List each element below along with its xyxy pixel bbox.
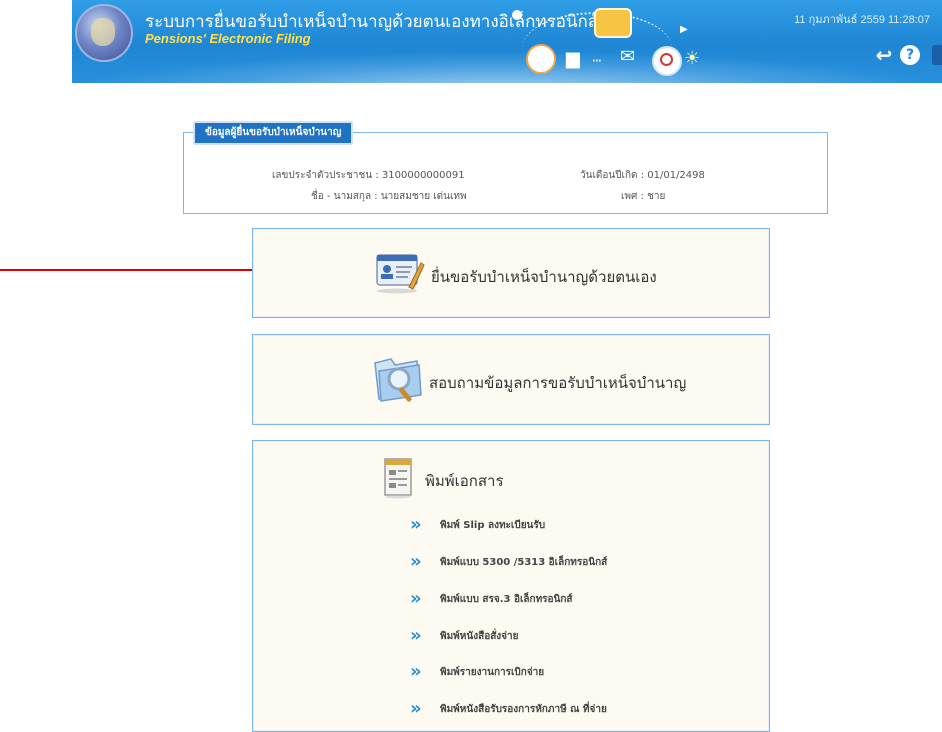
document-icon xyxy=(384,458,412,499)
apply-pension-menu-box[interactable]: ยื่นขอรับบำเหน็จบำนาญด้วยตนเอง xyxy=(252,228,770,318)
inquiry-label[interactable]: สอบถามข้อมูลการขอรับบำเหน็จบำนาญ xyxy=(371,371,686,395)
double-chevron-right-icon: » xyxy=(410,661,422,682)
back-icon[interactable]: ↩ xyxy=(874,45,894,65)
print-documents-label: พิมพ์เอกสาร xyxy=(425,472,504,490)
print-tax-certificate-label[interactable]: พิมพ์หนังสือรับรองการหักภาษี ณ ที่จ่าย xyxy=(440,702,607,717)
lightbulb-icon: ☀ xyxy=(684,48,701,69)
double-chevron-right-icon: » xyxy=(410,625,422,646)
search-icon xyxy=(652,46,682,76)
double-chevron-right-icon: » xyxy=(410,698,422,719)
print-form-srj3-label[interactable]: พิมพ์แบบ สรจ.3 อิเล็กทรอนิกส์ xyxy=(440,592,573,607)
current-datetime: 11 กุมภาพันธ์ 2559 11:28:07 xyxy=(794,14,930,26)
print-documents-menu-box: พิมพ์เอกสาร xyxy=(252,440,770,732)
id-card-pen-icon xyxy=(376,254,425,294)
chart-icon: ▆ xyxy=(566,48,580,69)
print-disbursement-report-label[interactable]: พิมพ์รายงานการเบิกจ่าย xyxy=(440,665,544,680)
print-slip-label[interactable]: พิมพ์ Slip ลงทะเบียนรับ xyxy=(440,518,545,533)
double-chevron-right-icon: » xyxy=(410,551,422,572)
cursor-icon: ▶ xyxy=(680,24,688,35)
mail-icon: ✉ xyxy=(620,46,636,67)
double-chevron-right-icon: » xyxy=(410,514,422,535)
print-payment-order-label[interactable]: พิมพ์หนังสือสั่งจ่าย xyxy=(440,629,519,644)
apply-pension-label[interactable]: ยื่นขอรับบำเหน็จบำนาญด้วยตนเอง xyxy=(431,265,657,289)
app-header: ระบบการยื่นขอรับบำเหน็จบำนาญด้วยตนเองทาง… xyxy=(72,0,942,83)
full-name-text: ชื่อ - นามสกุล : นายสมชาย เด่นเทพ xyxy=(311,191,467,202)
date-of-birth-text: วันเดือนปีเกิด : 01/01/2498 xyxy=(580,170,705,181)
help-icon[interactable]: ? xyxy=(900,45,920,65)
double-chevron-right-icon: » xyxy=(410,588,422,609)
exit-icon[interactable] xyxy=(932,45,942,65)
monitor-icon xyxy=(594,8,632,38)
applicant-info-legend: ข้อมูลผู้ยื่นขอรับบำเหน็จบำนาญ xyxy=(193,121,354,145)
citizen-id-text: เลขประจำตัวประชาชน : 3100000000091 xyxy=(272,170,465,181)
gender-text: เพศ : ชาย xyxy=(621,191,666,202)
app-title-english: Pensions' Electronic Filing xyxy=(145,31,311,46)
person-icon xyxy=(526,44,556,74)
header-illustration: ▆ ⵈ ✉ ☀ ▶ xyxy=(502,4,742,78)
government-seal-logo xyxy=(75,4,133,62)
print-form-5300-label[interactable]: พิมพ์แบบ 5300 /5313 อิเล็กทรอนิกส์ xyxy=(440,555,607,570)
inquiry-menu-box[interactable]: สอบถามข้อมูลการขอรับบำเหน็จบำนาญ xyxy=(252,334,770,425)
dot-decoration xyxy=(512,10,522,20)
people-icon: ⵈ xyxy=(592,52,602,70)
